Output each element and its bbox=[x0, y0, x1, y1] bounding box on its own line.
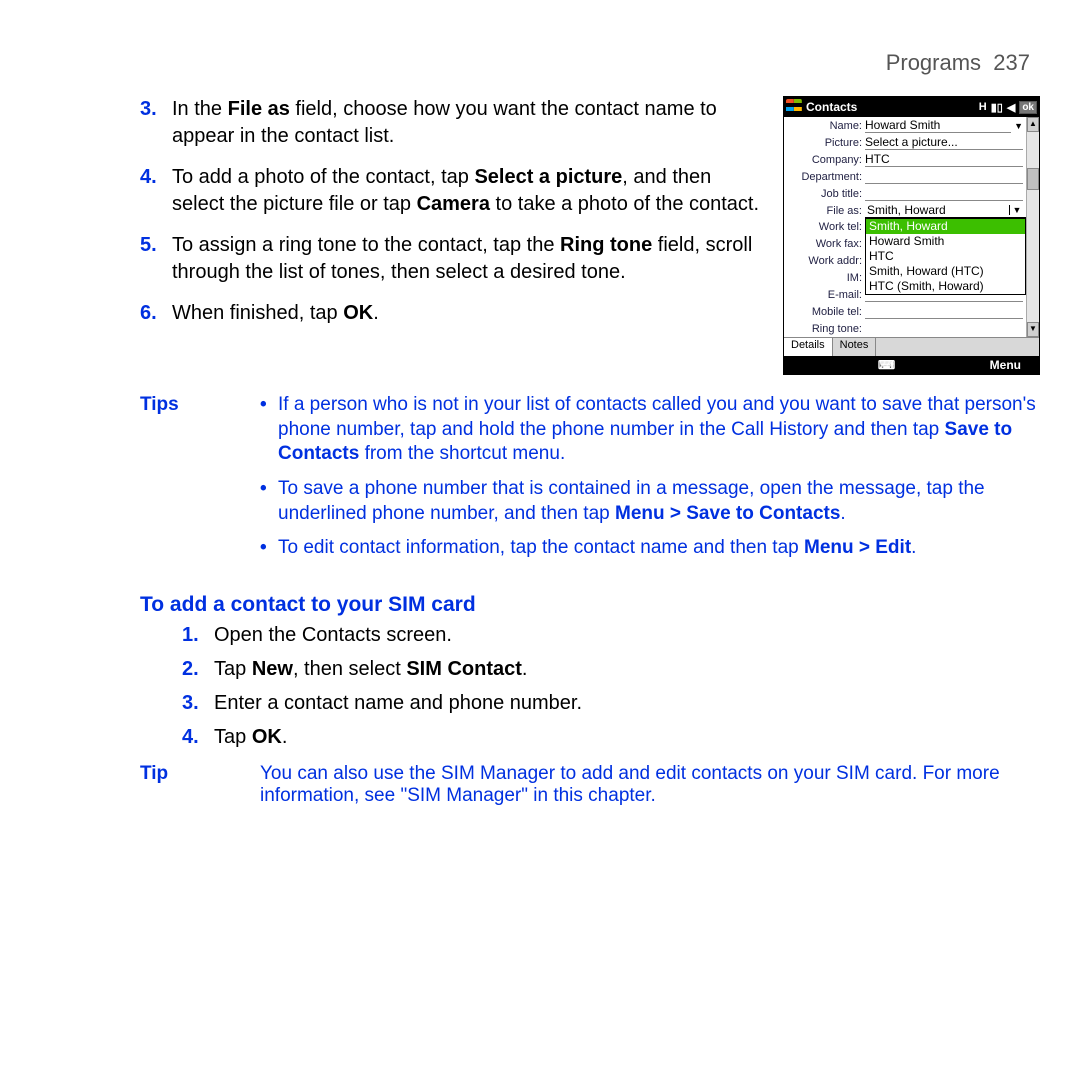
tips-section: Tips •If a person who is not in your lis… bbox=[140, 393, 1040, 571]
picture-field[interactable]: Select a picture... bbox=[865, 135, 1023, 150]
field-label: Department: bbox=[784, 171, 865, 183]
step-number: 5. bbox=[140, 232, 172, 286]
tip-text: If a person who is not in your list of c… bbox=[278, 393, 1040, 467]
scroll-thumb[interactable] bbox=[1027, 168, 1039, 190]
bullet-icon: • bbox=[260, 536, 278, 561]
tab-bar: Details Notes bbox=[784, 337, 1039, 356]
step-body: To add a photo of the contact, tap Selec… bbox=[172, 164, 765, 218]
volume-icon[interactable]: ◀ bbox=[1007, 101, 1015, 114]
chevron-down-icon[interactable]: ▼ bbox=[1009, 205, 1024, 215]
network-icon: H bbox=[979, 101, 987, 113]
bullet-icon: • bbox=[260, 477, 278, 526]
name-field[interactable]: Howard Smith bbox=[865, 118, 1011, 133]
step-body: To assign a ring tone to the contact, ta… bbox=[172, 232, 765, 286]
tip-text: To save a phone number that is contained… bbox=[278, 477, 1040, 526]
step-body: Enter a contact name and phone number. bbox=[214, 689, 582, 717]
bullet-icon: • bbox=[260, 393, 278, 467]
step-number: 2. bbox=[182, 655, 214, 683]
field-label: Ring tone: bbox=[784, 323, 865, 335]
field-label: Job title: bbox=[784, 188, 865, 200]
field-label: Name: bbox=[784, 120, 865, 132]
phone-title: Contacts bbox=[806, 100, 857, 114]
field-label: Mobile tel: bbox=[784, 306, 865, 318]
step-body: Tap OK. bbox=[214, 723, 287, 751]
page-number: 237 bbox=[993, 50, 1030, 75]
chevron-down-icon[interactable]: ▼ bbox=[1011, 121, 1023, 131]
tip-text: To edit contact information, tap the con… bbox=[278, 536, 916, 561]
fileas-option[interactable]: Smith, Howard bbox=[866, 219, 1025, 234]
tab-details[interactable]: Details bbox=[784, 338, 833, 356]
fileas-option[interactable]: HTC (Smith, Howard) bbox=[866, 279, 1025, 294]
menu-button[interactable]: Menu bbox=[990, 358, 1021, 372]
field-label: Company: bbox=[784, 154, 865, 166]
tip-text: You can also use the SIM Manager to add … bbox=[260, 763, 1040, 807]
step-body: When finished, tap OK. bbox=[172, 300, 765, 327]
scroll-down-icon[interactable]: ▼ bbox=[1027, 322, 1039, 337]
phone-titlebar: Contacts H ▮▯ ◀ ok bbox=[784, 97, 1039, 117]
step-number: 6. bbox=[140, 300, 172, 327]
tips-label: Tips bbox=[140, 393, 260, 571]
step-number: 1. bbox=[182, 621, 214, 649]
field-label: IM: bbox=[784, 272, 865, 284]
section-title: Programs bbox=[886, 50, 981, 75]
step-body: Open the Contacts screen. bbox=[214, 621, 452, 649]
scrollbar[interactable]: ▲ ▼ bbox=[1026, 117, 1039, 337]
signal-icon: ▮▯ bbox=[991, 101, 1003, 114]
fileas-option[interactable]: Howard Smith bbox=[866, 234, 1025, 249]
field-label: Work tel: bbox=[784, 221, 865, 233]
sim-steps-list: 1.Open the Contacts screen. 2.Tap New, t… bbox=[140, 621, 1040, 751]
department-field[interactable] bbox=[865, 169, 1023, 184]
ring-tone-field[interactable] bbox=[865, 322, 1023, 336]
phone-screenshot: Contacts H ▮▯ ◀ ok Name:Howard Smith▼ Pi… bbox=[783, 96, 1040, 375]
ok-button[interactable]: ok bbox=[1019, 101, 1037, 114]
tip-section: Tip You can also use the SIM Manager to … bbox=[140, 763, 1040, 807]
step-number: 3. bbox=[182, 689, 214, 717]
tip-label: Tip bbox=[140, 763, 260, 807]
step-number: 3. bbox=[140, 96, 172, 150]
steps-list: 3. In the File as field, choose how you … bbox=[140, 96, 765, 327]
field-label: E-mail: bbox=[784, 289, 865, 301]
field-label: Work addr: bbox=[784, 255, 865, 267]
fileas-option[interactable]: HTC bbox=[866, 249, 1025, 264]
job-title-field[interactable] bbox=[865, 186, 1023, 201]
tab-notes[interactable]: Notes bbox=[833, 338, 877, 356]
file-as-dropdown[interactable]: Smith, Howard ▼ bbox=[865, 202, 1026, 218]
step-number: 4. bbox=[140, 164, 172, 218]
step-number: 4. bbox=[182, 723, 214, 751]
field-label: Picture: bbox=[784, 137, 865, 149]
company-field[interactable]: HTC bbox=[865, 152, 1023, 167]
phone-menubar: ⌨ Menu bbox=[784, 356, 1039, 374]
keyboard-icon[interactable]: ⌨ bbox=[878, 358, 894, 372]
step-body: In the File as field, choose how you wan… bbox=[172, 96, 765, 150]
windows-logo-icon[interactable] bbox=[786, 99, 802, 115]
mobile-tel-field[interactable] bbox=[865, 304, 1023, 319]
step-body: Tap New, then select SIM Contact. bbox=[214, 655, 527, 683]
field-label: Work fax: bbox=[784, 238, 865, 250]
page-header: Programs 237 bbox=[140, 50, 1040, 76]
subheading: To add a contact to your SIM card bbox=[140, 593, 1040, 617]
fileas-option[interactable]: Smith, Howard (HTC) bbox=[866, 264, 1025, 279]
field-label: File as: bbox=[784, 204, 865, 217]
scroll-up-icon[interactable]: ▲ bbox=[1027, 117, 1039, 132]
